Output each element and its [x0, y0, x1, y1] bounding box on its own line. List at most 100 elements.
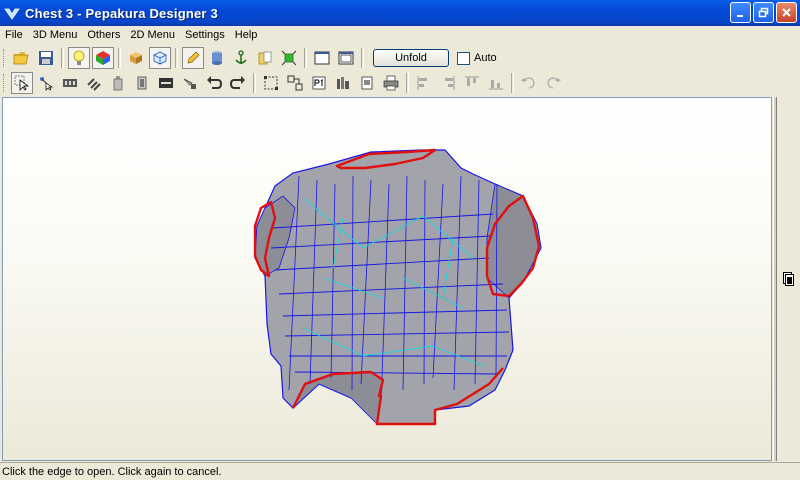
dual-view-button[interactable]	[335, 47, 357, 69]
page-label-icon	[312, 76, 326, 90]
main-toolbar: Unfold Auto	[0, 46, 800, 70]
close-icon	[782, 8, 791, 17]
menu-bar: File 3D Menu Others 2D Menu Settings Hel…	[0, 26, 800, 44]
print-button[interactable]	[380, 72, 402, 94]
save-button[interactable]	[35, 47, 57, 69]
green-cube-icon	[281, 50, 297, 66]
3d-view[interactable]	[2, 97, 772, 461]
texture-button[interactable]	[92, 47, 114, 69]
paper-button[interactable]	[254, 47, 276, 69]
page-toggle-icon[interactable]	[783, 272, 794, 286]
auto-checkbox[interactable]	[457, 51, 470, 65]
restore-button[interactable]	[753, 2, 774, 23]
minimize-icon	[737, 15, 743, 17]
cylinder-button[interactable]	[206, 47, 228, 69]
document-icon	[361, 76, 373, 90]
align-top-button[interactable]	[461, 72, 483, 94]
join-tool-button[interactable]	[59, 72, 81, 94]
2d-view-collapsed[interactable]	[777, 97, 800, 461]
light-button[interactable]	[68, 47, 90, 69]
menu-2d[interactable]: 2D Menu	[125, 26, 180, 44]
show-faces-button[interactable]	[125, 47, 147, 69]
edit-tool-button[interactable]	[182, 47, 204, 69]
anchor-icon	[235, 50, 247, 64]
align-left-button[interactable]	[413, 72, 435, 94]
close-button[interactable]	[776, 2, 797, 23]
status-message: Click the edge to open. Click again to c…	[2, 465, 222, 478]
rotate-view-button[interactable]	[278, 47, 300, 69]
title-bar[interactable]: Chest 3 - Pepakura Designer 3	[0, 0, 800, 26]
open-folder-icon	[13, 52, 29, 65]
knife-icon	[183, 78, 196, 89]
show-edges-button[interactable]	[149, 47, 171, 69]
wire-box-icon	[153, 51, 167, 65]
select-tool-button[interactable]	[11, 72, 33, 94]
redo-button[interactable]	[227, 72, 249, 94]
window-single-icon	[314, 51, 330, 65]
unfold-button[interactable]: Unfold	[373, 49, 449, 67]
align-right-icon	[445, 76, 455, 90]
align-bottom-button[interactable]	[485, 72, 507, 94]
menu-help[interactable]: Help	[230, 26, 263, 44]
edit-toolbar	[0, 71, 800, 95]
color-cube-icon	[96, 51, 110, 65]
layout-button[interactable]	[332, 72, 354, 94]
toolbar-grip[interactable]	[3, 74, 7, 92]
page-number-button[interactable]	[308, 72, 330, 94]
printer-icon	[383, 75, 399, 91]
lightbulb-icon	[73, 50, 85, 65]
toolbar-grip[interactable]	[3, 49, 7, 67]
align-left-icon	[417, 76, 427, 90]
status-bar: Click the edge to open. Click again to c…	[0, 462, 800, 480]
undo-button[interactable]	[203, 72, 225, 94]
auto-label: Auto	[474, 52, 497, 64]
diagonal-stripes-icon	[87, 78, 101, 91]
grid-layout-icon	[337, 77, 349, 89]
menu-settings[interactable]: Settings	[180, 26, 230, 44]
align-right-button[interactable]	[437, 72, 459, 94]
redo-arrow-icon	[230, 76, 245, 89]
bottle-icon	[113, 76, 123, 91]
toolbar-separator	[406, 73, 409, 93]
arrange-button[interactable]	[284, 72, 306, 94]
flap-tool-button[interactable]	[107, 72, 129, 94]
align-top-icon	[465, 76, 479, 86]
film-strip-icon	[63, 79, 77, 87]
auto-option[interactable]: Auto	[457, 51, 497, 65]
toolbar-separator	[511, 73, 514, 93]
restore-icon	[758, 7, 769, 18]
select-area-button[interactable]	[260, 72, 282, 94]
rotate-part-button[interactable]	[83, 72, 105, 94]
pencil-icon	[187, 51, 200, 64]
block-icon	[137, 76, 147, 90]
box-icon	[130, 52, 142, 64]
rotate-ccw-90-icon	[521, 77, 535, 89]
undo-arrow-icon	[207, 76, 222, 89]
rotate-ccw-button[interactable]	[518, 72, 540, 94]
open-button[interactable]	[11, 47, 33, 69]
dashed-frame-icon	[264, 76, 278, 90]
text-tool-button[interactable]	[131, 72, 153, 94]
image-tool-button[interactable]	[155, 72, 177, 94]
print-preview-button[interactable]	[356, 72, 378, 94]
chest-3d-model[interactable]	[3, 98, 772, 461]
window-split-icon	[338, 51, 354, 65]
paper-stack-icon	[258, 51, 272, 65]
menu-3d[interactable]: 3D Menu	[28, 26, 83, 44]
toolbar-separator	[361, 48, 364, 68]
move-tool-button[interactable]	[35, 72, 57, 94]
menu-others[interactable]: Others	[82, 26, 125, 44]
pepakura-app-icon[interactable]	[4, 5, 20, 21]
rotate-cw-button[interactable]	[542, 72, 564, 94]
align-bottom-icon	[489, 80, 503, 90]
toolbar-separator	[175, 48, 178, 68]
cut-tool-button[interactable]	[179, 72, 201, 94]
toolbar-separator	[304, 48, 307, 68]
menu-file[interactable]: File	[0, 26, 28, 44]
node-arrow-icon	[40, 77, 54, 91]
single-view-button[interactable]	[311, 47, 333, 69]
rotate-cw-90-icon	[547, 77, 561, 89]
save-disk-icon	[39, 51, 53, 65]
anchor-button[interactable]	[230, 47, 252, 69]
minimize-button[interactable]	[730, 2, 751, 23]
